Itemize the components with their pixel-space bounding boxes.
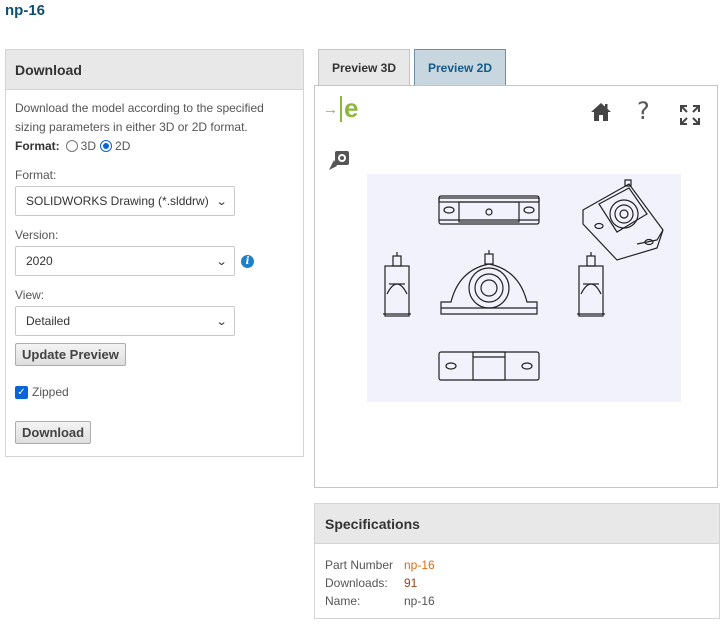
tab-preview-2d[interactable]: Preview 2D: [414, 49, 506, 85]
chevron-down-icon: ⌄: [215, 255, 228, 268]
part-drawing: [383, 179, 664, 381]
spec-key: Downloads:: [325, 576, 388, 590]
zipped-label[interactable]: Zipped: [32, 385, 69, 399]
format-radio-group: Format: 3D 2D: [15, 137, 294, 154]
spec-row-downloads: Downloads: 91: [325, 574, 709, 592]
logo-letter: e: [344, 92, 359, 123]
file-format-label: Format:: [15, 168, 57, 182]
page-title: np-16: [5, 2, 46, 19]
chevron-down-icon: ⌄: [215, 315, 228, 328]
format-option-2d-label[interactable]: 2D: [115, 139, 130, 153]
format-label: Format:: [15, 138, 60, 153]
view-value: Detailed: [26, 314, 71, 328]
spec-value: np-16: [404, 594, 435, 608]
download-button[interactable]: Download: [15, 421, 92, 444]
download-header: Download: [6, 50, 303, 90]
chevron-down-icon: ⌄: [215, 195, 228, 208]
download-description: Download the model according to the spec…: [15, 101, 264, 134]
format-option-3d-label[interactable]: 3D: [81, 139, 96, 153]
tab-preview-3d[interactable]: Preview 3D: [318, 49, 410, 85]
viewer-logo: → e: [323, 92, 359, 123]
home-icon[interactable]: [589, 100, 613, 124]
spec-row-part-number: Part Number np-16: [325, 556, 709, 574]
file-format-value: SOLIDWORKS Drawing (*.slddrw): [26, 194, 209, 208]
arrow-right-icon: →: [323, 100, 338, 118]
specifications-header: Specifications: [315, 504, 719, 544]
specifications-panel: Specifications Part Number np-16 Downloa…: [314, 503, 720, 619]
fullscreen-icon[interactable]: [679, 104, 701, 126]
spec-row-name: Name: np-16: [325, 592, 709, 610]
download-panel: Download Download the model according to…: [5, 49, 304, 457]
preview-2d-viewer: → e ?: [314, 85, 718, 488]
version-select[interactable]: 2020 ⌄: [15, 246, 235, 276]
help-icon[interactable]: ?: [637, 97, 650, 125]
zipped-checkbox[interactable]: ✓: [15, 385, 28, 399]
spec-value: 91: [404, 576, 418, 590]
format-radio-3d[interactable]: [65, 139, 78, 152]
format-radio-2d[interactable]: [100, 139, 113, 152]
file-format-select[interactable]: SOLIDWORKS Drawing (*.slddrw) ⌄: [15, 186, 235, 216]
version-label: Version:: [15, 228, 59, 242]
drawing-sheet: [367, 174, 681, 402]
version-value: 2020: [26, 254, 53, 268]
spec-value[interactable]: np-16: [404, 556, 435, 574]
update-preview-button[interactable]: Update Preview: [15, 343, 126, 366]
info-icon[interactable]: i: [241, 254, 254, 268]
cursor-tool-icon[interactable]: [327, 148, 353, 172]
view-label: View:: [15, 288, 45, 302]
spec-key: Name:: [325, 594, 361, 608]
view-select[interactable]: Detailed ⌄: [15, 306, 235, 336]
spec-key: Part Number: [325, 558, 394, 572]
